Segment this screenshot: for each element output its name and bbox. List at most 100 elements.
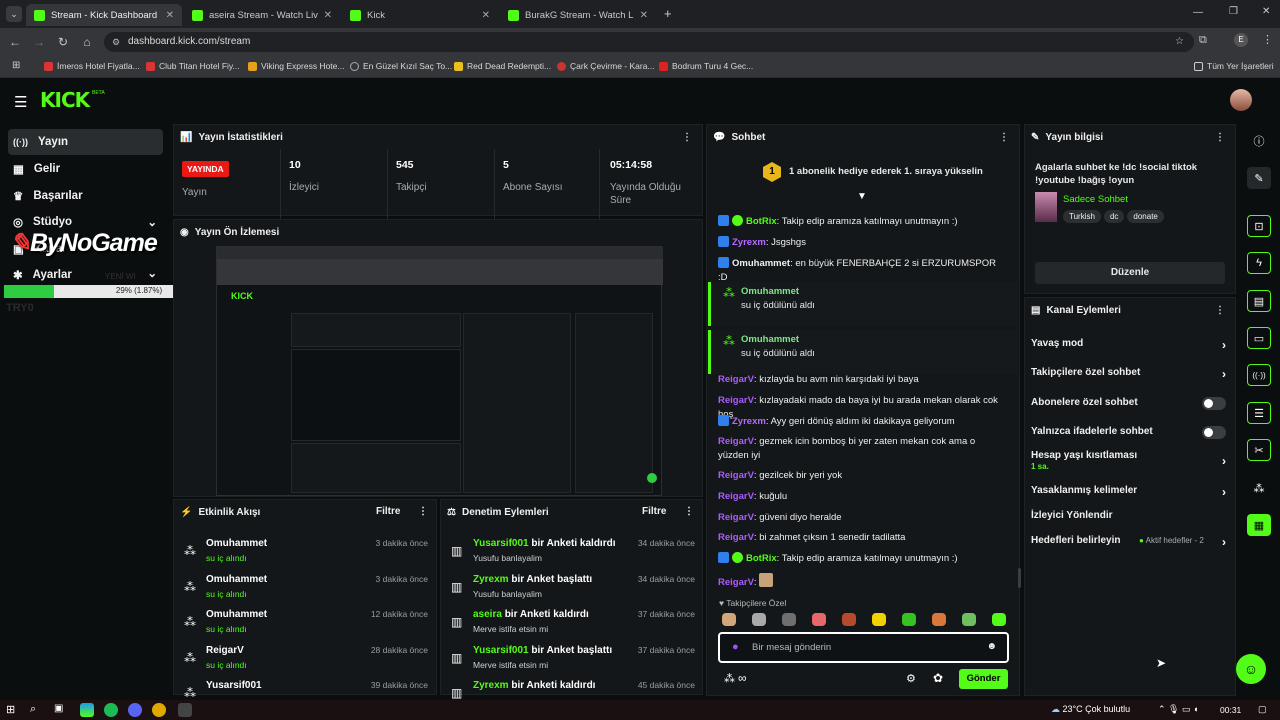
action-slow-mode[interactable]: Yavaş mod › (1031, 338, 1226, 354)
edit-icon[interactable]: ✎ (1247, 167, 1271, 189)
emote-icon[interactable] (962, 613, 976, 626)
gear-icon[interactable]: ⚙ (906, 672, 916, 685)
tag[interactable]: dc (1103, 210, 1125, 223)
gift-leaderboard-banner[interactable]: 1 abonelik hediye ederek 1. sıraya yükse… (789, 166, 983, 177)
tab-search-icon[interactable]: ⌄ (6, 6, 22, 22)
camera-icon[interactable]: ⊡ (1247, 215, 1271, 237)
microphone-icon[interactable]: ● (732, 641, 739, 653)
category-name[interactable]: Sadece Sohbet (1063, 194, 1128, 205)
windows-start-icon[interactable]: ⊞ (6, 703, 20, 717)
restore-icon[interactable]: ❐ (1229, 6, 1238, 17)
notification-icon[interactable]: ▢ (1258, 704, 1267, 715)
stream-preview-video[interactable]: KICK (216, 246, 663, 496)
more-icon[interactable]: ⋮ (999, 132, 1009, 143)
chat-input[interactable]: ● Bir mesaj gönderin ☻ (718, 632, 1009, 663)
more-icon[interactable]: ⋮ (1215, 305, 1225, 316)
bookmark-item[interactable]: Red Dead Redempti... (454, 61, 551, 71)
emote-icon[interactable] (722, 613, 736, 626)
action-goals[interactable]: Hedefleri belirleyin ● Aktif hedefler - 2… (1031, 535, 1226, 551)
close-icon[interactable]: ✕ (482, 10, 490, 21)
chrome-icon[interactable] (152, 703, 166, 717)
menu-icon[interactable]: ⋮ (1262, 33, 1273, 46)
chat-bubble-icon[interactable]: ▭ (1247, 327, 1271, 349)
action-banned-words[interactable]: Yasaklanmış kelimeler › (1031, 485, 1226, 501)
profile-icon[interactable]: E (1234, 33, 1248, 47)
edit-button[interactable]: Düzenle (1035, 262, 1225, 284)
points-icon[interactable]: ⁂ (1247, 477, 1271, 499)
task-view-icon[interactable]: ▣ (54, 703, 68, 717)
back-icon[interactable]: ← (3, 35, 27, 49)
emote-icon[interactable] (812, 613, 826, 626)
emote-icon[interactable] (902, 613, 916, 626)
action-follower-only[interactable]: Takipçilere özel sohbet › (1031, 367, 1226, 383)
close-icon[interactable]: ✕ (640, 10, 648, 21)
bookmark-item[interactable]: En Güzel Kızıl Saç To... (350, 61, 452, 71)
forward-icon[interactable]: → (27, 35, 51, 49)
lightning-icon[interactable]: ϟ (1247, 252, 1271, 274)
emote-icon[interactable] (932, 613, 946, 626)
action-account-age[interactable]: Hesap yaşı kısıtlaması 1 sa. › (1031, 450, 1226, 474)
avatar[interactable] (1230, 89, 1252, 111)
send-button[interactable]: Gönder (959, 669, 1008, 689)
spotify-icon[interactable] (104, 703, 118, 717)
home-icon[interactable]: ⌂ (75, 35, 99, 49)
more-icon[interactable]: ⋮ (682, 132, 692, 143)
sidebar-item-yayin[interactable]: ((·)) Yayın (8, 129, 163, 155)
emoji-icon[interactable]: ☻ (986, 641, 997, 652)
more-icon[interactable]: ⋮ (684, 506, 694, 517)
app-icon[interactable] (80, 703, 94, 717)
quick-actions-fab-icon[interactable]: ☺ (1236, 654, 1266, 684)
bookmark-item[interactable]: İmeros Hotel Fiyatla... (44, 61, 140, 71)
hamburger-menu-icon[interactable]: ☰ (14, 93, 27, 111)
toggle-switch[interactable] (1202, 426, 1226, 439)
weather-widget[interactable]: ☁ 23°C Çok bulutlu (1051, 704, 1130, 715)
filter-button[interactable]: Filtre (376, 506, 400, 517)
more-icon[interactable]: ⋮ (418, 506, 428, 517)
tab-kick[interactable]: Kick ✕ (342, 4, 498, 26)
close-icon[interactable]: ✕ (166, 10, 174, 21)
extensions-icon[interactable]: ⧉ (1199, 34, 1207, 47)
broadcast-icon[interactable]: ((·)) (1247, 364, 1271, 386)
action-subscriber-only[interactable]: Abonelere özel sohbet (1031, 397, 1226, 413)
chat-scrollbar[interactable] (1018, 568, 1021, 588)
tag[interactable]: donate (1127, 210, 1164, 223)
bookmark-item[interactable]: Çark Çevirme - Kara... (557, 61, 655, 71)
address-input[interactable]: ⚙ dashboard.kick.com/stream ☆ (104, 32, 1194, 52)
emote-icon[interactable] (842, 613, 856, 626)
all-bookmarks[interactable]: Tüm Yer İşaretleri (1194, 61, 1274, 71)
rewards-icon[interactable]: ✿ (933, 671, 943, 685)
reload-icon[interactable]: ↻ (51, 35, 75, 49)
emote-icon[interactable] (872, 613, 886, 626)
close-icon[interactable]: ✕ (324, 10, 332, 21)
sidebar-item-gelir[interactable]: ▦ Gelir (8, 156, 163, 182)
tag[interactable]: Turkish (1063, 210, 1101, 223)
emote-icon[interactable] (782, 613, 796, 626)
points-icon[interactable]: ⁂ (724, 672, 735, 685)
minimize-icon[interactable]: — (1193, 7, 1203, 18)
filter-button[interactable]: Filtre (642, 506, 666, 517)
close-window-icon[interactable]: ✕ (1262, 6, 1270, 17)
bookmark-star-icon[interactable]: ☆ (1175, 32, 1184, 52)
tab-aseira[interactable]: aseira Stream - Watch Live on K ✕ (184, 4, 340, 26)
kick-logo[interactable]: KICK (40, 88, 90, 112)
action-emote-only[interactable]: Yalnızca ifadelerle sohbet (1031, 426, 1226, 442)
more-icon[interactable]: ⋮ (1215, 132, 1225, 143)
list-icon[interactable]: ☰ (1247, 402, 1271, 424)
collapse-icon[interactable]: ▼ (857, 191, 867, 202)
tab-stream-dashboard[interactable]: Stream - Kick Dashboard ✕ (26, 4, 182, 26)
tray-icons[interactable]: ⌃ 🎙 ▭ ◖ (1158, 704, 1198, 715)
sidebar-item-basarilar[interactable]: ♛ Başarılar (8, 183, 163, 209)
wrench-icon[interactable]: ✂ (1247, 439, 1271, 461)
clipboard-icon[interactable]: ▤ (1247, 290, 1271, 312)
search-icon[interactable]: ⌕ (30, 703, 44, 717)
info-icon[interactable]: ⓘ (1247, 130, 1271, 152)
apps-grid-icon[interactable]: ⊞ (12, 60, 20, 71)
discord-icon[interactable] (128, 703, 142, 717)
tab-burakg[interactable]: BurakG Stream - Watch Live on ✕ (500, 4, 656, 26)
bookmark-item[interactable]: Bodrum Turu 4 Gec... (659, 61, 753, 71)
site-info-icon[interactable]: ⚙ (112, 32, 120, 52)
app-icon[interactable] (178, 703, 192, 717)
toggle-switch[interactable] (1202, 397, 1226, 410)
new-tab-icon[interactable]: + (664, 6, 672, 21)
action-raid[interactable]: İzleyici Yönlendir (1031, 510, 1226, 526)
